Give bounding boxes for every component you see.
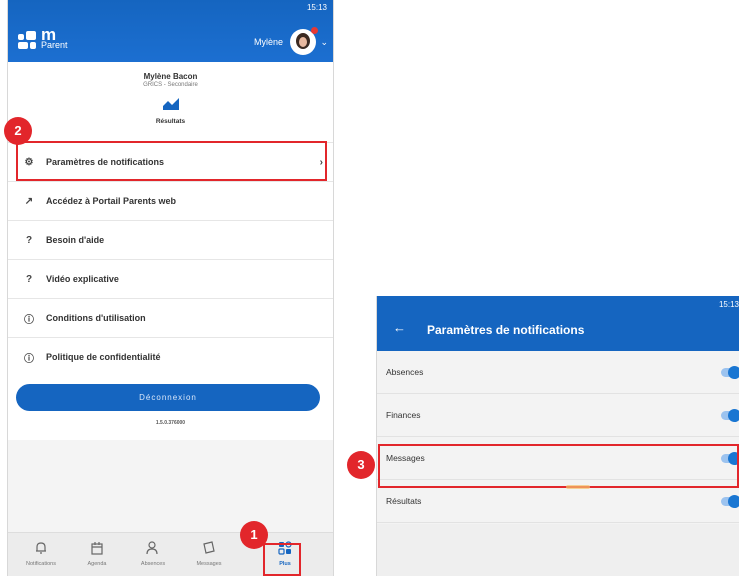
message-icon <box>203 541 215 554</box>
main-app-screen: 15:13 m Parent Mylène ⌄ Mylène Bacon GRI… <box>7 0 334 576</box>
app-header: 15:13 m Parent Mylène ⌄ <box>8 0 333 62</box>
external-link-icon: ↗ <box>24 195 34 207</box>
step-badge-2: 2 <box>4 117 32 145</box>
bell-icon <box>36 542 46 554</box>
empty-area <box>377 524 739 576</box>
person-icon <box>146 541 158 555</box>
tab-notifications[interactable]: Notifications <box>14 533 68 576</box>
page-title: Paramètres de notifications <box>427 323 585 337</box>
info-icon: ⓘ <box>24 353 34 365</box>
notification-dot <box>311 27 318 34</box>
highlight-notification-settings <box>16 141 327 181</box>
back-arrow-icon[interactable]: ← <box>393 320 406 335</box>
toggle-switch[interactable] <box>721 408 739 422</box>
status-time: 15:13 <box>306 3 327 12</box>
toggle-switch[interactable] <box>721 365 739 379</box>
toggle-label: Absences <box>386 367 424 377</box>
tab-label: Notifications <box>26 561 56 567</box>
chevron-down-icon[interactable]: ⌄ <box>320 37 328 48</box>
menu-item-label: Politique de confidentialité <box>46 352 161 362</box>
profile-name: Mylène Bacon <box>143 72 198 81</box>
cursor-mark <box>566 485 590 489</box>
toggle-row-finances[interactable]: Finances <box>377 394 739 437</box>
step-badge-3: 3 <box>347 451 375 479</box>
info-icon: ⓘ <box>24 314 34 326</box>
toggle-row-absences[interactable]: Absences <box>377 351 739 394</box>
highlight-messages-toggle <box>378 444 739 488</box>
menu-item-portal-web[interactable]: ↗ Accédez à Portail Parents web <box>8 181 333 220</box>
toggle-label: Finances <box>386 410 421 420</box>
menu-item-label: Accédez à Portail Parents web <box>46 196 177 206</box>
profile-school: GRICS - Secondaire <box>143 82 198 88</box>
menu-item-terms[interactable]: ⓘ Conditions d'utilisation <box>8 298 333 337</box>
help-icon: ? <box>25 273 33 285</box>
toggle-switch[interactable] <box>721 494 739 508</box>
logout-section: Déconnexion 1.5.0.376000 <box>8 376 333 440</box>
toggle-label: Résultats <box>386 496 422 506</box>
tab-label: Messages <box>196 561 222 567</box>
header-user-name[interactable]: Mylène <box>254 37 283 47</box>
tab-label: Agenda <box>87 561 107 567</box>
settings-header: 15:13 ← Paramètres de notifications <box>377 296 739 351</box>
results-chart-icon[interactable] <box>162 98 179 110</box>
tab-absences[interactable]: Absences <box>126 533 180 576</box>
highlight-plus-tab <box>263 543 301 576</box>
step-badge-1: 1 <box>240 521 268 549</box>
logo-icon <box>18 31 38 49</box>
menu-item-label: Vidéo explicative <box>46 274 119 284</box>
menu-item-help[interactable]: ? Besoin d'aide <box>8 220 333 259</box>
notification-settings-screen: 15:13 ← Paramètres de notifications Abse… <box>376 296 739 576</box>
logo-parent: Parent <box>41 40 68 50</box>
menu-item-label: Besoin d'aide <box>46 235 105 245</box>
app-logo: m Parent <box>18 26 68 52</box>
results-label[interactable]: Résultats <box>8 118 333 125</box>
menu-item-video[interactable]: ? Vidéo explicative <box>8 259 333 298</box>
menu-item-label: Conditions d'utilisation <box>46 313 146 323</box>
menu-item-privacy[interactable]: ⓘ Politique de confidentialité <box>8 337 333 376</box>
tab-messages[interactable]: Messages <box>182 533 236 576</box>
help-icon: ? <box>25 234 33 246</box>
tab-agenda[interactable]: Agenda <box>70 533 124 576</box>
calendar-icon <box>91 542 103 555</box>
app-version: 1.5.0.376000 <box>155 420 186 426</box>
profile-card: Mylène Bacon GRICS - Secondaire Résultat… <box>8 62 333 142</box>
status-time: 15:13 <box>718 300 739 309</box>
logout-button[interactable]: Déconnexion <box>16 384 320 411</box>
tab-label: Absences <box>140 561 166 567</box>
